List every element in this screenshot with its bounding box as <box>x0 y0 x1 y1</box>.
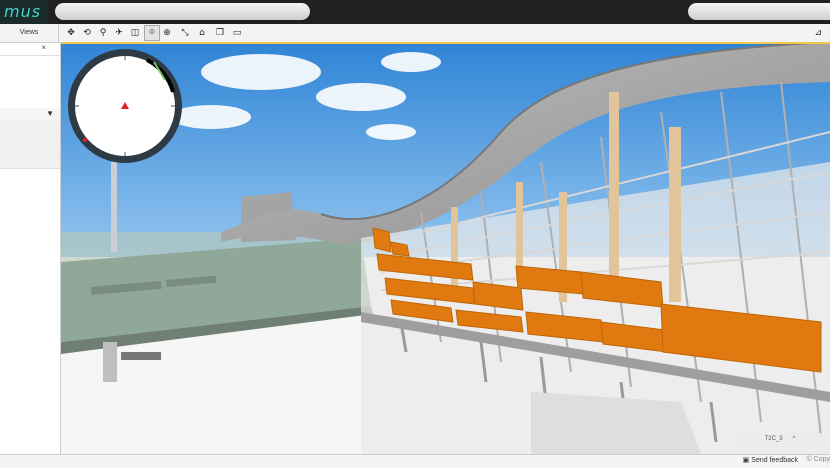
app-logo[interactable]: mus <box>0 0 48 24</box>
address-field[interactable] <box>55 3 310 20</box>
model-label[interactable]: T2C_3 ^ <box>734 433 826 445</box>
compass-widget <box>68 49 182 163</box>
clear-icon[interactable]: × <box>41 43 46 52</box>
fly-tool-icon[interactable]: ✈ <box>112 26 126 40</box>
ruler-tool-icon[interactable]: ▭ <box>230 26 244 40</box>
status-bar: ▣ Send feedback © Copy <box>0 454 830 468</box>
load-progress-bar <box>61 42 830 44</box>
pan-tool-icon[interactable]: ✥ <box>64 26 78 40</box>
mast <box>111 162 117 252</box>
filter-panel <box>0 120 60 169</box>
fov-tool-icon[interactable]: ⌾ <box>144 25 160 41</box>
home-tool-icon[interactable]: ⌂ <box>195 26 209 40</box>
camera-tool-icon[interactable]: ◫ <box>128 26 142 40</box>
logo-text: mus <box>4 2 42 21</box>
search-field[interactable] <box>688 3 830 20</box>
tab-views[interactable]: Views <box>0 24 59 42</box>
orbit-tool-icon[interactable]: ⟲ <box>80 26 94 40</box>
3d-viewport[interactable] <box>61 42 830 454</box>
walk-tool-icon[interactable]: ⚲ <box>96 26 110 40</box>
feedback-icon: ▣ <box>742 457 750 464</box>
toolbar: Views ✥ ⟲ ⚲ ✈ ◫ ⌾ ⊕ ⤡ ⌂ ❐ ▭ ⊿ <box>0 24 830 43</box>
chevron-up-icon: ^ <box>792 436 796 442</box>
bookmark-tool-icon[interactable]: ❐ <box>213 26 227 40</box>
sidebar: × ▼ <box>0 43 61 467</box>
measure-tool-icon[interactable]: ⤡ <box>178 26 192 40</box>
filter-icon[interactable]: ▼ <box>46 109 54 118</box>
send-feedback-link[interactable]: ▣ Send feedback <box>743 456 798 464</box>
views-search-input[interactable]: × <box>0 43 60 56</box>
chart-icon[interactable]: ⊿ <box>814 27 822 38</box>
top-bar: mus <box>0 0 830 24</box>
target-tool-icon[interactable]: ⊕ <box>160 26 174 40</box>
model-render <box>61 42 830 454</box>
copyright-text: © Copy <box>806 456 830 463</box>
